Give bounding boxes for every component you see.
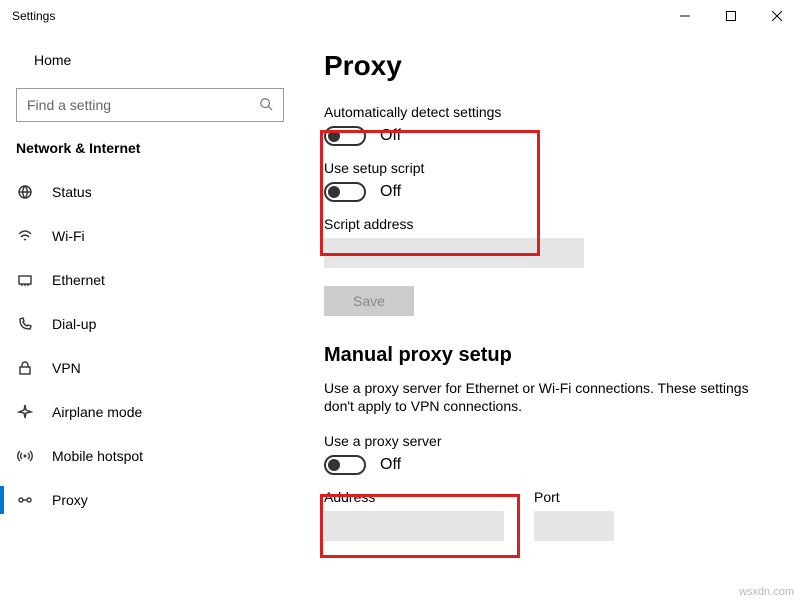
script-address-input[interactable] [324,238,584,268]
sidebar-item-label: Wi-Fi [52,228,85,244]
home-label: Home [34,52,71,68]
setup-script-state: Off [380,183,401,201]
minimize-button[interactable] [662,0,708,32]
sidebar-item-airplane[interactable]: Airplane mode [0,390,300,434]
use-proxy-label: Use a proxy server [324,433,772,449]
phone-icon [16,316,34,332]
manual-setup-hint: Use a proxy server for Ethernet or Wi-Fi… [324,379,764,415]
wifi-icon [16,228,34,244]
hotspot-icon [16,448,34,464]
ethernet-icon [16,272,34,288]
proxy-icon [16,492,34,508]
manual-setup-title: Manual proxy setup [324,344,772,367]
sidebar-item-hotspot[interactable]: Mobile hotspot [0,434,300,478]
sidebar: Home Find a setting Network & Internet S… [0,32,300,602]
titlebar: Settings [0,0,800,32]
sidebar-item-label: Proxy [52,492,88,508]
sidebar-item-label: Status [52,184,92,200]
setup-script-toggle[interactable] [324,182,366,202]
airplane-icon [16,404,34,420]
use-proxy-toggle[interactable] [324,455,366,475]
address-input[interactable] [324,511,504,541]
port-label: Port [534,489,614,505]
home-link[interactable]: Home [0,40,300,80]
close-button[interactable] [754,0,800,32]
sidebar-item-dialup[interactable]: Dial-up [0,302,300,346]
sidebar-item-label: Mobile hotspot [52,448,143,464]
search-icon [259,97,273,114]
section-title: Network & Internet [0,134,300,170]
sidebar-item-label: VPN [52,360,81,376]
use-proxy-state: Off [380,456,401,474]
sidebar-item-proxy[interactable]: Proxy [0,478,300,522]
vpn-icon [16,360,34,376]
setup-script-label: Use setup script [324,160,772,176]
sidebar-item-label: Ethernet [52,272,105,288]
watermark: wsxdn.com [739,586,794,598]
auto-detect-state: Off [380,127,401,145]
page-title: Proxy [324,50,772,82]
maximize-button[interactable] [708,0,754,32]
main-content: Proxy Automatically detect settings Off … [300,32,800,602]
sidebar-item-wifi[interactable]: Wi-Fi [0,214,300,258]
globe-icon [16,184,34,200]
auto-detect-toggle[interactable] [324,126,366,146]
search-placeholder: Find a setting [27,97,259,113]
sidebar-item-vpn[interactable]: VPN [0,346,300,390]
sidebar-item-label: Airplane mode [52,404,142,420]
sidebar-item-status[interactable]: Status [0,170,300,214]
address-label: Address [324,489,504,505]
window-title: Settings [12,9,55,23]
save-button[interactable]: Save [324,286,414,316]
script-address-label: Script address [324,216,772,232]
sidebar-item-ethernet[interactable]: Ethernet [0,258,300,302]
port-input[interactable] [534,511,614,541]
sidebar-item-label: Dial-up [52,316,96,332]
auto-detect-label: Automatically detect settings [324,104,772,120]
search-input[interactable]: Find a setting [16,88,284,122]
